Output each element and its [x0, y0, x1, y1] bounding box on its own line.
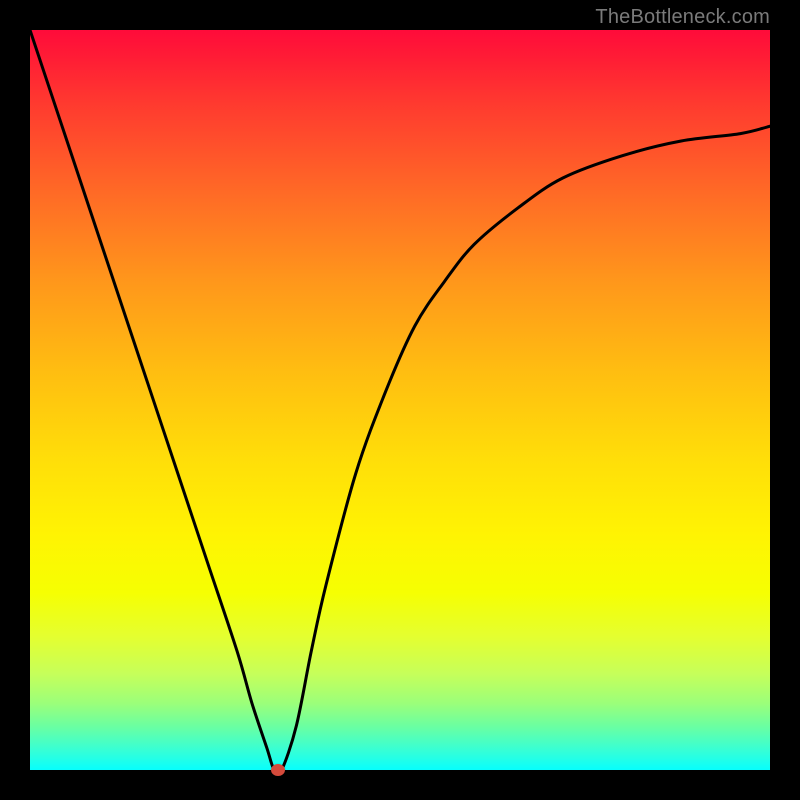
bottleneck-curve — [30, 30, 770, 770]
optimal-point-marker — [271, 764, 285, 776]
curve-layer — [30, 30, 770, 770]
watermark-text: TheBottleneck.com — [595, 6, 770, 29]
chart-stage: TheBottleneck.com — [0, 0, 800, 800]
plot-area — [30, 30, 770, 770]
